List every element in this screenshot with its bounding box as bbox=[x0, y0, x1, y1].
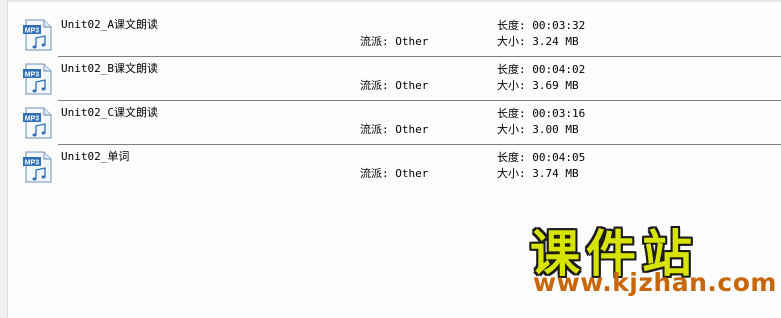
left-border bbox=[0, 0, 8, 318]
svg-text:MP3: MP3 bbox=[25, 160, 40, 167]
file-genre: 流派: Other bbox=[360, 35, 429, 48]
file-size: 大小: 3.69 MB bbox=[497, 79, 579, 92]
svg-text:MP3: MP3 bbox=[25, 116, 40, 123]
file-name: Unit02_C课文朗读 bbox=[61, 106, 158, 119]
file-genre: 流派: Other bbox=[360, 79, 429, 92]
mp3-file-icon: MP3 bbox=[23, 107, 52, 139]
file-size: 大小: 3.00 MB bbox=[497, 123, 579, 136]
file-size: 大小: 3.74 MB bbox=[497, 167, 579, 180]
mp3-file-icon: MP3 bbox=[23, 63, 52, 95]
file-genre: 流派: Other bbox=[360, 123, 429, 136]
file-name: Unit02_单词 bbox=[61, 150, 130, 163]
file-length: 长度: 00:04:05 bbox=[497, 151, 586, 164]
mp3-file-icon: MP3 bbox=[23, 19, 52, 51]
file-row-1[interactable]: MP3 Unit02_A课文朗读 流派: Other 长度: 00:03:32 … bbox=[8, 13, 781, 57]
file-length: 长度: 00:04:02 bbox=[497, 63, 586, 76]
file-length: 长度: 00:03:32 bbox=[497, 19, 586, 32]
svg-text:MP3: MP3 bbox=[25, 28, 40, 35]
watermark-url: www.kjzhan.com bbox=[533, 268, 777, 297]
file-row-4[interactable]: MP3 Unit02_单词 流派: Other 长度: 00:04:05 大小:… bbox=[8, 145, 781, 189]
top-divider bbox=[8, 0, 781, 2]
file-genre: 流派: Other bbox=[360, 167, 429, 180]
file-size: 大小: 3.24 MB bbox=[497, 35, 579, 48]
file-row-3[interactable]: MP3 Unit02_C课文朗读 流派: Other 长度: 00:03:16 … bbox=[8, 101, 781, 145]
file-row-2[interactable]: MP3 Unit02_B课文朗读 流派: Other 长度: 00:04:02 … bbox=[8, 57, 781, 101]
file-name: Unit02_B课文朗读 bbox=[61, 62, 158, 75]
mp3-file-icon: MP3 bbox=[23, 151, 52, 183]
file-name: Unit02_A课文朗读 bbox=[61, 18, 158, 31]
file-length: 长度: 00:03:16 bbox=[497, 107, 586, 120]
svg-text:MP3: MP3 bbox=[25, 72, 40, 79]
